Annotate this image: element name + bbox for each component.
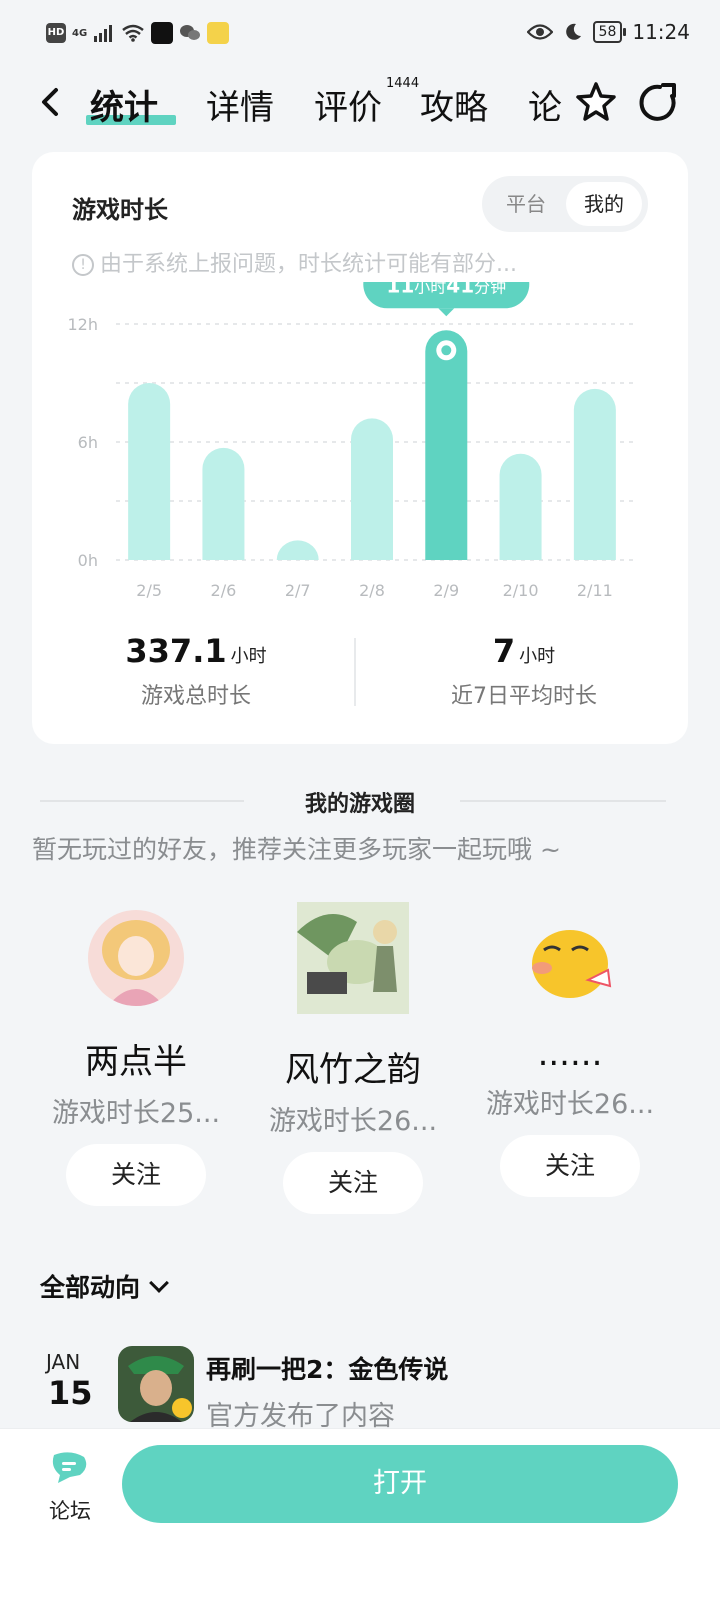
forum-label: 论坛 (49, 1499, 91, 1523)
chevron-down-icon (149, 1273, 169, 1293)
info-icon: ! (72, 254, 94, 276)
avatar[interactable] (88, 910, 184, 1006)
clock: 11:24 (632, 20, 690, 44)
avatar[interactable] (297, 902, 409, 1014)
x-tick-label: 2/5 (136, 581, 162, 600)
tiktok-icon (151, 22, 174, 44)
filter-label: 全部动向 (40, 1273, 141, 1302)
top-nav: 统计 详情 评价 1444 攻略 论 (0, 70, 720, 140)
reviews-count-badge: 1444 (386, 76, 420, 91)
divider (354, 638, 356, 706)
average-label: 近7日平均时长 (451, 684, 597, 709)
wechat-icon (180, 25, 201, 40)
battery-icon: 58 (592, 21, 627, 43)
star-icon[interactable] (574, 80, 618, 124)
total-value: 337.1 (125, 632, 227, 670)
activity-month: JAN (46, 1350, 81, 1374)
forum-button[interactable]: 论坛 (40, 1451, 100, 1525)
game-circle-subtitle: 暂无玩过的好友，推荐关注更多玩家一起玩哦 ~ (32, 835, 561, 864)
eye-icon (526, 24, 553, 40)
friend-playtime: 游戏时长26... (268, 1106, 438, 1137)
x-tick-label: 2/9 (433, 581, 459, 600)
tab-details[interactable]: 详情 (206, 80, 274, 129)
avatar[interactable] (522, 910, 618, 1006)
total-playtime: 337.1 小时 游戏总时长 (32, 632, 360, 710)
tab-forum[interactable]: 论 (528, 80, 562, 129)
app-icon (207, 22, 230, 44)
toggle-mine[interactable]: 我的 (566, 182, 642, 226)
bar (499, 453, 542, 560)
tab-guides[interactable]: 攻略 (420, 80, 488, 129)
average-playtime: 7 小时 近7日平均时长 (360, 632, 688, 710)
x-tick-label: 2/8 (359, 581, 385, 600)
friend-card: 风竹之韵 游戏时长26... 关注 (253, 902, 453, 1214)
playtime-card: 游戏时长 平台 我的 ! 由于系统上报问题，时长统计可能有部分... 0h 6h 12… (32, 152, 688, 744)
totals: 337.1 小时 游戏总时长 7 小时 近7日平均时长 (32, 632, 688, 722)
friend-card: 两点半 游戏时长25... 关注 (36, 910, 236, 1206)
activity-title: 再刷一把2：金色传说 (206, 1355, 449, 1384)
total-unit: 小时 (230, 646, 267, 667)
bar-marker-dot (441, 345, 452, 356)
chat-bubble-icon (52, 1452, 87, 1483)
activity-filter[interactable]: 全部动向 (40, 1268, 169, 1304)
friend-playtime: 游戏时长25... (51, 1098, 221, 1129)
follow-button[interactable]: 关注 (66, 1144, 206, 1206)
playtime-chart: 0h 6h 12h 2/5 2/6 2/7 2/8 2/9 11小时41分钟 2/10 2/11 (68, 282, 636, 600)
status-left: HD 4G (46, 22, 230, 44)
tooltip-text: 11小时41分钟 (386, 282, 506, 297)
x-tick-label: 2/7 (285, 581, 311, 600)
friend-name: 风竹之韵 (285, 1050, 421, 1090)
chevron-left-icon[interactable] (34, 82, 68, 122)
notice-text: 由于系统上报问题，时长统计可能有部分... (100, 252, 517, 277)
follow-button[interactable]: 关注 (283, 1152, 423, 1214)
tab-reviews[interactable]: 评价 (314, 80, 382, 129)
game-circle-title: 我的游戏圈 (304, 792, 415, 817)
share-icon[interactable] (638, 82, 680, 124)
game-thumbnail (118, 1346, 194, 1422)
y-tick-label: 6h (78, 433, 98, 452)
average-value: 7 (492, 632, 516, 670)
bottom-bar: 论坛 打开 (0, 1428, 720, 1600)
game-circle-header: 我的游戏圈 (40, 786, 680, 817)
bar (276, 540, 319, 560)
friend-name: 两点半 (85, 1042, 187, 1082)
y-tick-label: 12h (68, 315, 99, 334)
bar (351, 418, 393, 560)
bar (128, 383, 171, 560)
tab-stats[interactable]: 统计 (90, 80, 158, 129)
network-badge: 4G (72, 27, 88, 39)
divider-right (460, 800, 666, 802)
x-tick-label: 2/10 (503, 581, 539, 600)
total-label: 游戏总时长 (140, 684, 251, 709)
activity-day: 15 (48, 1374, 93, 1412)
toggle-platform[interactable]: 平台 (488, 182, 564, 226)
platform-toggle: 平台 我的 (482, 176, 648, 232)
open-button[interactable]: 打开 (122, 1445, 678, 1523)
notice: ! 由于系统上报问题，时长统计可能有部分... (72, 246, 517, 278)
hd-badge: HD (46, 23, 66, 43)
friend-card: ...... 游戏时长26... 关注 (470, 910, 670, 1197)
wifi-icon (122, 24, 144, 42)
moon-icon (565, 23, 581, 40)
bar (573, 388, 616, 560)
y-tick-label: 0h (78, 551, 98, 570)
status-right: 58 11:24 (526, 20, 690, 44)
bar (425, 330, 468, 560)
x-tick-label: 2/6 (211, 581, 237, 600)
follow-button[interactable]: 关注 (500, 1135, 640, 1197)
x-tick-label: 2/11 (577, 581, 613, 600)
status-bar: HD 4G 58 11:24 (0, 0, 720, 70)
card-title: 游戏时长 (72, 196, 168, 224)
tooltip-pointer (438, 308, 455, 317)
friend-playtime: 游戏时长26... (485, 1089, 655, 1120)
signal-icon (94, 25, 113, 42)
activity-item[interactable]: JAN 15 再刷一把2：金色传说 官方发布了内容 (40, 1346, 700, 1432)
average-unit: 小时 (519, 646, 556, 667)
bar (202, 447, 245, 560)
friend-name: ...... (537, 1034, 603, 1074)
